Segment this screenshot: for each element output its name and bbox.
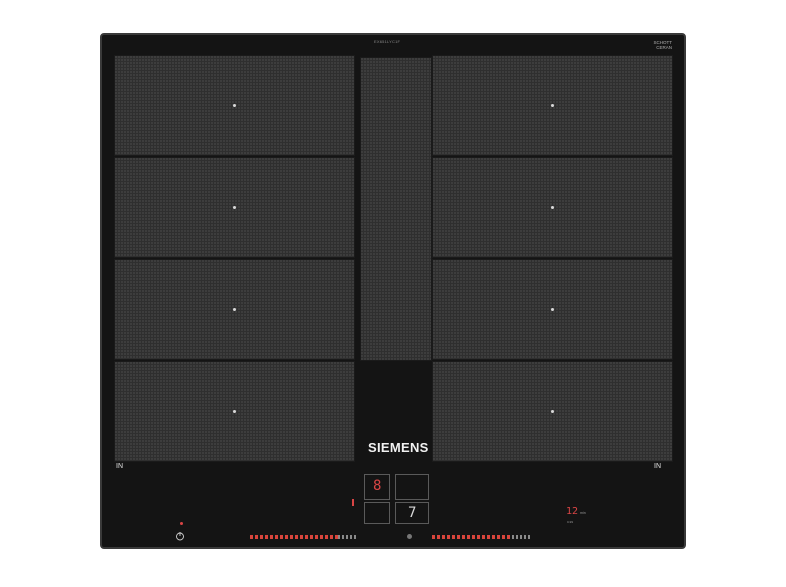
in-label-right: IN: [654, 463, 661, 470]
display-box-2[interactable]: [395, 474, 429, 500]
model-label: EX651LYC1F: [374, 39, 401, 44]
slider-knob-left[interactable]: [407, 534, 412, 539]
power-led: [180, 522, 183, 525]
zone-right-2: [432, 157, 673, 258]
slider-tail-right: [512, 535, 532, 539]
induction-cooktop: EX651LYC1F SCHOTT CERAN SIEMENS IN IN 8 …: [100, 33, 686, 549]
brand-name: SIEMENS: [368, 440, 429, 455]
display-box-4[interactable]: 7: [395, 502, 429, 524]
timer-unit: min: [580, 511, 586, 515]
timer-sub: 0-99: [567, 520, 574, 524]
power-icon[interactable]: [175, 531, 185, 541]
zone-marker: [551, 410, 554, 413]
product-image: EX651LYC1F SCHOTT CERAN SIEMENS IN IN 8 …: [0, 0, 786, 587]
zone-marker: [551, 104, 554, 107]
zone-marker: [233, 308, 236, 311]
center-strip: [360, 57, 432, 361]
indicator-led: [352, 499, 354, 506]
schott-ceran-logo: SCHOTT CERAN: [644, 40, 673, 54]
power-slider-left[interactable]: [250, 535, 338, 539]
power-slider-right[interactable]: [432, 535, 512, 539]
zone-marker: [551, 308, 554, 311]
zone-right-3: [432, 259, 673, 360]
display-box-1[interactable]: 8: [364, 474, 390, 500]
zone-marker: [233, 410, 236, 413]
display-digit-1: 8: [373, 478, 382, 494]
zone-marker: [551, 206, 554, 209]
display-digit-2: 7: [408, 505, 417, 521]
zone-right-4: [432, 361, 673, 462]
ceran-text: CERAN: [656, 45, 672, 50]
in-label-left: IN: [116, 463, 123, 470]
zone-left-1: [114, 55, 355, 156]
zone-left-3: [114, 259, 355, 360]
timer-display: 12: [566, 506, 579, 517]
display-box-3[interactable]: [364, 502, 390, 524]
slider-tail-left: [338, 535, 356, 539]
zone-marker: [233, 206, 236, 209]
zone-left-4: [114, 361, 355, 462]
zone-left-2: [114, 157, 355, 258]
zone-right-1: [432, 55, 673, 156]
zone-marker: [233, 104, 236, 107]
